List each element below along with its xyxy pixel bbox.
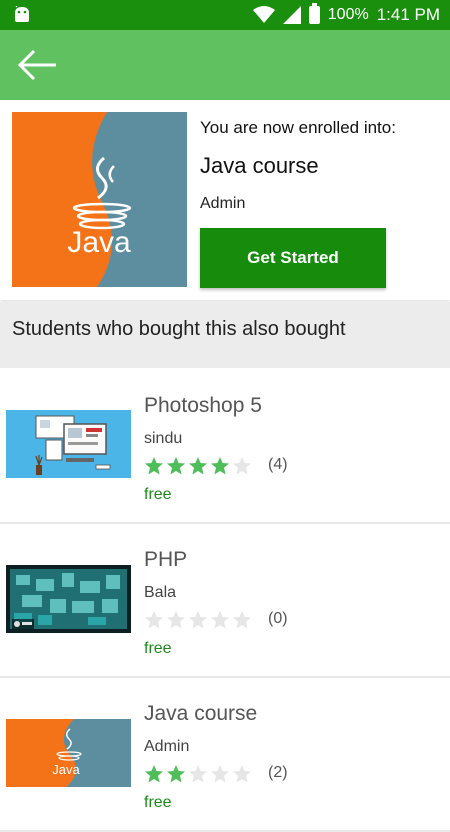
- 3d-scene-illustration-icon: [6, 565, 131, 633]
- rating-stars: [144, 764, 252, 784]
- arrow-left-icon[interactable]: [16, 47, 60, 83]
- course-price: free: [144, 640, 172, 657]
- star-filled-icon: [189, 457, 207, 475]
- rating-stars: [144, 456, 252, 476]
- star-empty-icon: [211, 765, 229, 783]
- course-thumbnail: Java: [6, 719, 131, 787]
- course-author: Admin: [144, 738, 190, 755]
- status-bar: 100% 1:41 PM: [0, 0, 450, 30]
- course-thumbnail: [6, 565, 131, 633]
- star-empty-icon: [233, 611, 251, 629]
- course-author: sindu: [144, 430, 183, 447]
- get-started-button[interactable]: Get Started: [200, 228, 386, 288]
- enrolled-course-author: Admin: [200, 195, 246, 212]
- enrolled-course-title: Java course: [200, 153, 319, 178]
- battery-percent: 100%: [327, 6, 369, 23]
- course-price: free: [144, 794, 172, 811]
- workspace-illustration-icon: [6, 410, 131, 478]
- course-author: Bala: [144, 584, 177, 601]
- enrolled-card: Java You are now enrolled into: Java cou…: [0, 100, 450, 300]
- android-icon: [15, 6, 29, 22]
- list-item[interactable]: Java Java course Admin (2) free: [0, 678, 450, 832]
- star-filled-icon: [145, 457, 163, 475]
- app-toolbar: [0, 30, 450, 100]
- rating-count: (2): [268, 764, 288, 781]
- rating-count: (4): [268, 456, 288, 473]
- course-title: Photoshop 5: [144, 394, 262, 417]
- java-logo-icon: Java: [6, 719, 131, 787]
- course-thumbnail: [6, 410, 131, 478]
- star-empty-icon: [189, 611, 207, 629]
- clock: 1:41 PM: [376, 5, 440, 24]
- java-logo-icon: Java: [12, 112, 187, 287]
- list-item[interactable]: Photoshop 5 sindu (4) free: [0, 370, 450, 524]
- course-title: Java course: [144, 702, 258, 725]
- signal-icon: [282, 6, 301, 24]
- star-empty-icon: [167, 611, 185, 629]
- rating-stars: [144, 610, 252, 630]
- rating-count: (0): [268, 610, 288, 627]
- course-price: free: [144, 486, 172, 503]
- star-filled-icon: [167, 765, 185, 783]
- star-empty-icon: [211, 611, 229, 629]
- thumbnail-text: Java: [67, 226, 131, 259]
- star-empty-icon: [233, 457, 251, 475]
- enrolled-heading: You are now enrolled into:: [200, 118, 396, 137]
- list-item[interactable]: PHP Bala (0) free: [0, 524, 450, 678]
- section-title: Students who bought this also bought: [12, 318, 346, 340]
- course-thumbnail: Java: [12, 112, 187, 287]
- star-empty-icon: [233, 765, 251, 783]
- star-filled-icon: [211, 457, 229, 475]
- course-title: PHP: [144, 548, 188, 571]
- section-header: Students who bought this also bought: [0, 302, 450, 368]
- star-empty-icon: [189, 765, 207, 783]
- star-empty-icon: [145, 611, 163, 629]
- battery-icon: [308, 3, 320, 24]
- wifi-icon: [252, 6, 275, 23]
- star-filled-icon: [145, 765, 163, 783]
- star-filled-icon: [167, 457, 185, 475]
- thumbnail-text: Java: [52, 762, 80, 777]
